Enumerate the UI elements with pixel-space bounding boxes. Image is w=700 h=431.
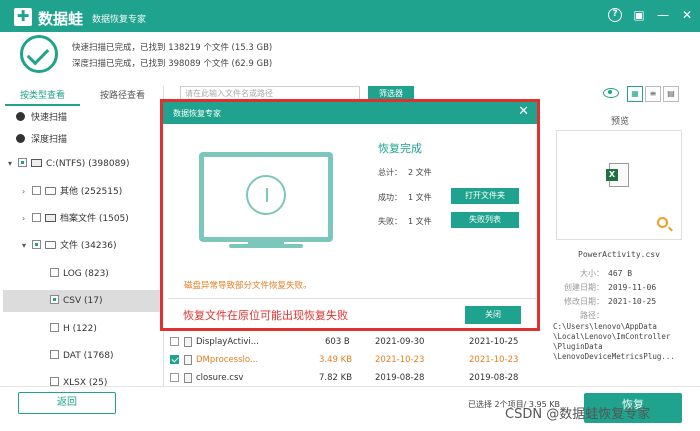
close-window-button[interactable]: ✕ [680, 7, 694, 23]
file-created: 2019-08-28 [375, 373, 425, 383]
failure-warning: 磁盘异常导致部分文件恢复失败。 [184, 281, 312, 291]
dialog-divider [168, 298, 536, 299]
tree-item-c-drive[interactable]: ▾ C:(NTFS) (398089) [8, 153, 130, 175]
path-line: \Local\Lenovo\ImController [553, 332, 671, 341]
file-size: 603 B [325, 337, 350, 347]
file-modified: 2021-10-23 [469, 355, 519, 365]
dialog-close-icon[interactable]: ✕ [518, 104, 529, 119]
tree-item-log[interactable]: LOG (823) [50, 263, 109, 285]
quick-scan-result: 快速扫描已完成，已找到 138219 个文件 (15.3 GB) [72, 43, 273, 53]
archive-icon [45, 214, 56, 222]
view-tabs: 按类型查看 按路径查看 [5, 86, 160, 106]
meta-created: 创建日期： 2019-11-06 [564, 283, 657, 292]
save-icon[interactable]: ▣ [632, 7, 646, 23]
tree-item-archives[interactable]: › 档案文件 (1505) [22, 208, 129, 230]
grid-view-icon[interactable]: ▦ [627, 86, 643, 102]
annotation-note: 恢复文件在原位可能出现恢复失败 [183, 309, 348, 322]
bottom-divider [0, 386, 700, 387]
dialog-header: 数据恢复专家 ✕ [163, 102, 537, 124]
minimize-button[interactable]: — [656, 7, 670, 23]
open-folder-button[interactable]: 打开文件夹 [451, 188, 519, 204]
title-bar: ✚ 数据蛙 数据恢复专家 ? ▣ — ✕ [0, 0, 700, 32]
detail-view-icon[interactable]: ▤ [663, 86, 679, 102]
table-row[interactable]: closure.csv 7.82 KB 2019-08-28 2019-08-2… [165, 369, 545, 387]
file-name: DisplayActivi... [196, 337, 259, 347]
list-view-icon[interactable]: ≡ [645, 86, 661, 102]
scan-summary: 快速扫描已完成，已找到 138219 个文件 (15.3 GB) 深度扫描已完成… [0, 32, 700, 78]
tree-item-other[interactable]: › 其他 (252515) [22, 181, 122, 203]
zoom-icon[interactable] [657, 217, 668, 228]
tab-by-type[interactable]: 按类型查看 [5, 86, 80, 106]
row-checkbox[interactable] [170, 337, 179, 346]
result-title: 恢复完成 [378, 142, 422, 155]
file-name: closure.csv [196, 373, 244, 383]
deep-scan-result: 深度扫描已完成，已找到 398089 个文件 (62.9 GB) [72, 59, 273, 69]
app-logo-icon: ✚ [14, 8, 32, 26]
dialog-close-button[interactable]: 关闭 [465, 306, 521, 324]
preview-title: 预览 [610, 117, 629, 127]
path-line: \PluginData [553, 342, 603, 351]
watermark: CSDN @数据蛙恢复专家 [505, 407, 651, 422]
folder-icon [45, 241, 56, 249]
file-modified: 2021-10-25 [469, 337, 519, 347]
path-line: \LenovoDeviceMetricsPlug... [553, 352, 675, 361]
file-name: DMprocesslo... [196, 355, 259, 365]
file-created: 2021-10-23 [375, 355, 425, 365]
chevron-down-icon[interactable]: ▾ [22, 235, 32, 257]
monitor-base [229, 244, 303, 248]
table-row[interactable]: DisplayActivi... 603 B 2021-09-30 2021-1… [165, 333, 545, 351]
help-icon[interactable]: ? [608, 8, 622, 22]
row-checkbox[interactable] [170, 373, 179, 382]
drive-icon [31, 159, 42, 167]
file-size: 3.49 KB [319, 355, 353, 365]
file-created: 2021-09-30 [375, 337, 425, 347]
tree-item-xlsx[interactable]: XLSX (25) [50, 372, 107, 386]
total-label: 总计： [378, 168, 402, 177]
meta-path: 路径： [580, 311, 604, 320]
check-circle-icon [16, 112, 25, 121]
dialog-title: 数据恢复专家 [173, 109, 221, 118]
preview-box [556, 130, 682, 240]
file-size: 7.82 KB [319, 373, 353, 383]
monitor-warning-icon [199, 152, 333, 242]
tab-by-path[interactable]: 按路径查看 [85, 86, 160, 106]
meta-modified: 修改日期： 2021-10-25 [564, 297, 657, 306]
path-line: C:\Users\lenovo\AppData [553, 322, 657, 331]
fail-value: 1 文件 [408, 217, 432, 226]
preview-file-name: PowerActivity.csv [578, 250, 660, 259]
scan-complete-check-icon [20, 35, 58, 73]
deep-scan-item[interactable]: 深度扫描 [16, 129, 67, 151]
fail-list-button[interactable]: 失败列表 [451, 212, 519, 228]
tree-item-dat[interactable]: DAT (1768) [50, 345, 114, 367]
meta-size: 大小： 467 B [580, 269, 633, 278]
brand-name: 数据蛙 [38, 10, 84, 28]
quick-scan-item[interactable]: 快速扫描 [16, 107, 67, 129]
total-value: 2 文件 [408, 168, 432, 177]
folder-icon [45, 187, 56, 195]
fail-label: 失败： [378, 217, 402, 226]
file-icon [184, 373, 192, 383]
chevron-right-icon[interactable]: › [22, 181, 32, 203]
back-button[interactable]: 返回 [18, 392, 116, 414]
csv-file-icon [606, 163, 629, 187]
row-checkbox[interactable] [170, 355, 179, 364]
file-modified: 2019-08-28 [469, 373, 519, 383]
tree-item-files[interactable]: ▾ 文件 (34236) [22, 235, 117, 257]
recovery-result-dialog: 数据恢复专家 ✕ 恢复完成 总计： 2 文件 成功： 1 文件 打开文件夹 失败… [160, 99, 540, 331]
chevron-down-icon[interactable]: ▾ [8, 153, 18, 175]
check-circle-icon [16, 134, 25, 143]
app-subtitle: 数据恢复专家 [92, 15, 147, 25]
table-row[interactable]: DMprocesslo... 3.49 KB 2021-10-23 2021-1… [165, 351, 545, 369]
tree-item-csv[interactable]: CSV (17) [50, 290, 103, 312]
file-icon [184, 355, 192, 365]
eye-icon[interactable] [603, 88, 619, 98]
success-label: 成功： [378, 193, 402, 202]
chevron-right-icon[interactable]: › [22, 208, 32, 230]
success-value: 1 文件 [408, 193, 432, 202]
file-icon [184, 337, 192, 347]
tree-item-h[interactable]: H (122) [50, 318, 97, 340]
